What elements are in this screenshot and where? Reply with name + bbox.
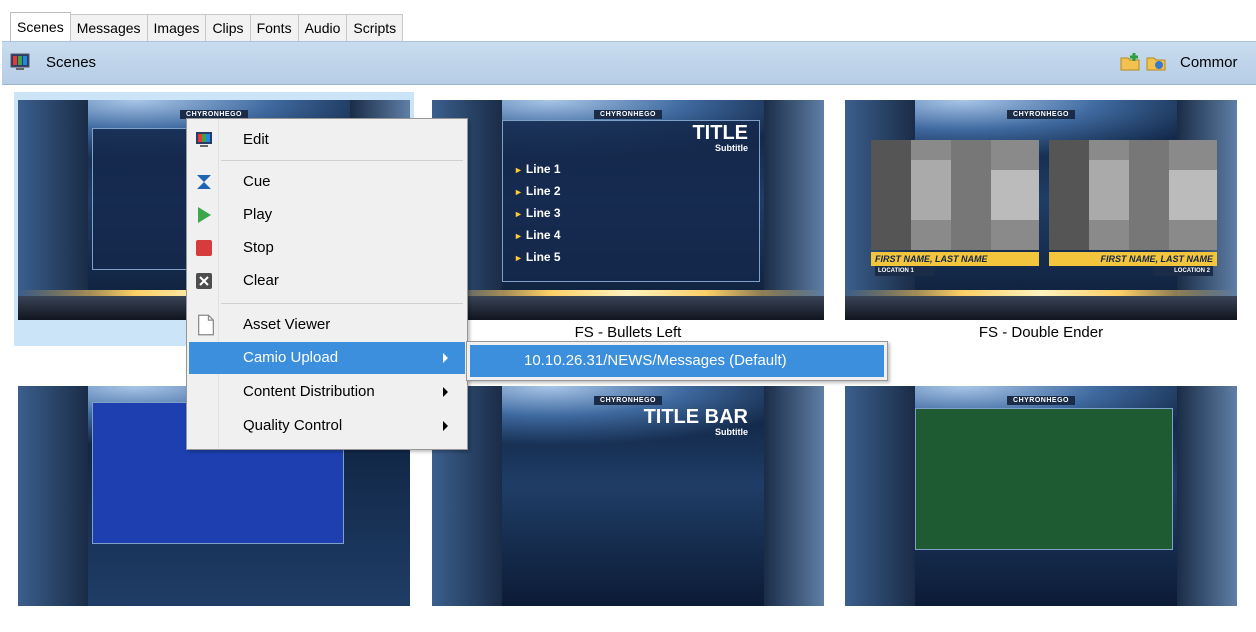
brand-logo: CHYRONHEGO [594,396,662,405]
scene-thumbnail: CHYRONHEGO TITLE Subtitle ► Line 1 ► Line … [432,100,824,320]
scene-thumbnail: CHYRONHEGO [845,386,1237,606]
scene-card[interactable]: CHYRONHEGO FIRST NAME, LAST NAME LOCATIO… [841,92,1241,346]
brand-logo: CHYRONHEGO [594,110,662,119]
scene-caption: FS - Double Ender [978,324,1104,341]
clear-icon [196,273,212,289]
name-bar-right: FIRST NAME, LAST NAME [1049,252,1217,266]
tab-bar: Scenes Messages Images Clips Fonts Audio… [0,0,1256,42]
name-bar-left: FIRST NAME, LAST NAME [871,252,1039,266]
tab-images[interactable]: Images [146,14,207,41]
scenes-icon [10,53,30,70]
location-left: LOCATION 1 [875,266,935,276]
bullet-item: ► Line 4 [514,228,561,242]
menu-item-quality-control[interactable]: Quality Control [189,410,465,442]
camio-upload-submenu: 10.10.26.31/NEWS/Messages (Default) [466,341,888,381]
menu-item-clear[interactable]: Clear [189,265,465,297]
bullet-item: ► Line 5 [514,250,561,264]
tab-messages[interactable]: Messages [69,14,148,41]
tab-list: Scenes Messages Images Clips Fonts Audio… [10,12,404,41]
scene-thumbnail: CHYRONHEGO FIRST NAME, LAST NAME LOCATIO… [845,100,1237,320]
location-right: LOCATION 2 [1153,266,1213,276]
submenu-arrow-icon [443,421,448,431]
left-screen [871,140,1039,250]
scene-thumbnail: CHYRONHEGO TITLE BAR Subtitle [432,386,824,606]
header-title: Scenes [46,54,97,71]
menu-item-cue[interactable]: Cue [189,166,465,198]
scene-title-text: TITLE BAR Subtitle [643,406,748,437]
tab-scenes[interactable]: Scenes [10,12,71,41]
context-menu: Edit Cue Play Stop Clear Asset Viewer Ca… [186,118,468,450]
menu-item-content-distribution[interactable]: Content Distribution [189,376,465,408]
tab-fonts[interactable]: Fonts [249,14,299,41]
menu-item-stop[interactable]: Stop [189,232,465,264]
stop-icon [196,240,212,256]
menu-item-play[interactable]: Play [189,199,465,231]
tab-scripts[interactable]: Scripts [346,14,404,41]
menu-item-edit[interactable]: Edit [189,124,465,156]
scene-card[interactable]: CHYRONHEGO TITLE BAR Subtitle [428,378,828,632]
tab-clips[interactable]: Clips [205,14,251,41]
right-screen [1049,140,1217,250]
brand-logo: CHYRONHEGO [1007,110,1075,119]
menu-item-asset-viewer[interactable]: Asset Viewer [189,309,465,341]
scenes-header: Scenes Commor [2,41,1256,85]
bullet-item: ► Line 1 [514,162,561,176]
bullet-item: ► Line 2 [514,184,561,198]
menu-item-camio-upload[interactable]: Camio Upload [189,342,465,374]
add-folder-icon[interactable] [1119,52,1141,72]
cue-icon [197,175,211,189]
submenu-arrow-icon [443,387,448,397]
scene-title-text: TITLE Subtitle [692,122,748,153]
brand-logo: CHYRONHEGO [1007,396,1075,405]
scene-card[interactable]: CHYRONHEGO TITLE Subtitle ► Line 1 ► Line … [428,92,828,346]
bullet-item: ► Line 3 [514,206,561,220]
bullet-list: ► Line 1 ► Line 2 ► Line 3 ► Line 4 ► Line 5 [514,162,561,272]
common-folder-icon[interactable] [1145,52,1167,72]
submenu-item-default-destination[interactable]: 10.10.26.31/NEWS/Messages (Default) [470,345,884,377]
edit-icon [196,132,212,147]
tab-audio[interactable]: Audio [297,14,348,41]
common-label[interactable]: Commor [1180,54,1238,71]
scene-caption: FS - Bullets Left [574,324,682,341]
asset-viewer-icon [198,314,214,336]
scene-card[interactable]: CHYRONHEGO [841,378,1241,632]
submenu-arrow-icon [443,353,448,363]
play-icon [198,207,211,223]
